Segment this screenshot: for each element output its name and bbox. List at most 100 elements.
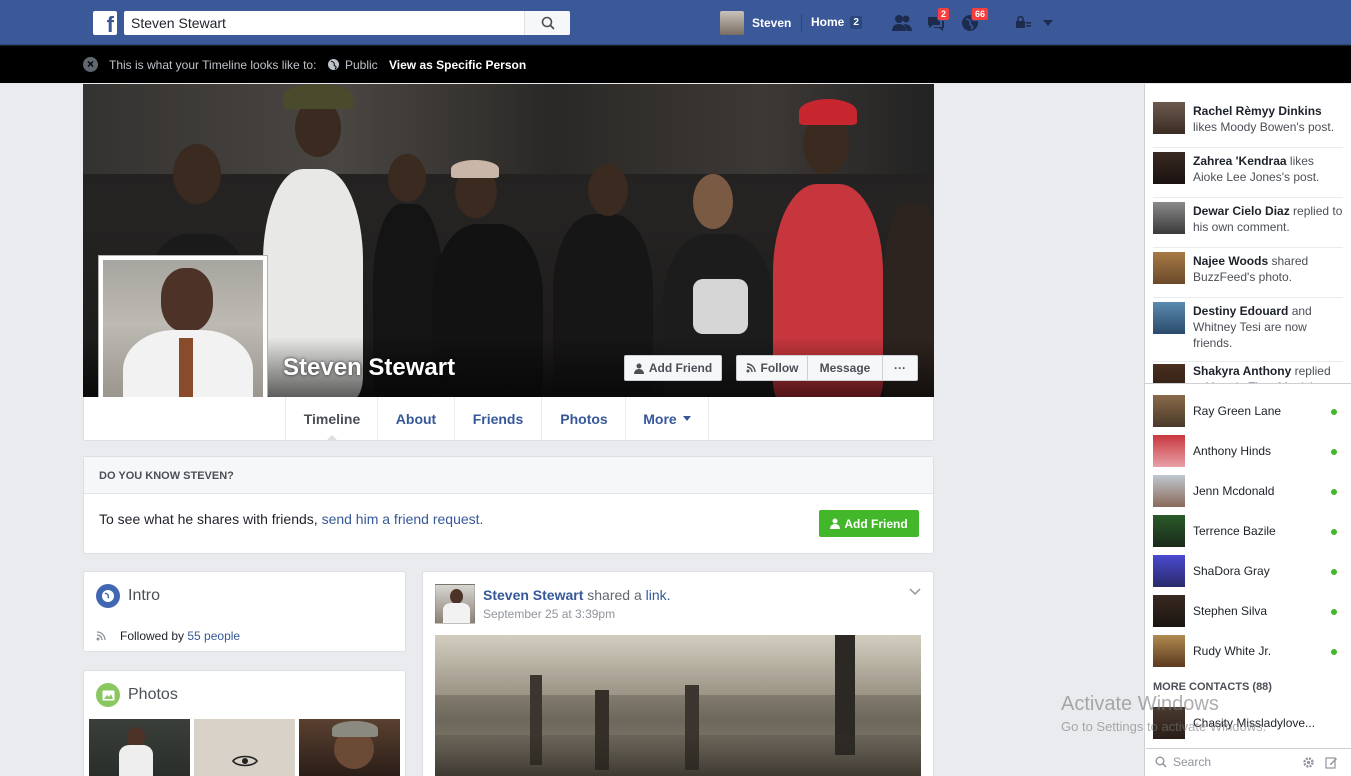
ticker-item[interactable]: Destiny Edouard and Whitney Tesi are now… <box>1153 300 1343 362</box>
chat-contact-name: Terrence Bazile <box>1193 524 1276 538</box>
facebook-logo-icon[interactable]: f <box>93 11 117 35</box>
messages-count-badge: 2 <box>937 7 951 21</box>
chat-contact[interactable]: Anthony Hinds <box>1153 435 1343 471</box>
tab-about[interactable]: About <box>377 397 454 440</box>
followed-by-text: Followed by 55 people <box>120 629 240 643</box>
chat-contact-name: Stephen Silva <box>1193 604 1268 618</box>
tab-timeline[interactable]: Timeline <box>285 397 378 441</box>
post-options-chevron-down-icon[interactable] <box>909 585 921 599</box>
audience-label[interactable]: Public <box>345 58 378 72</box>
do-you-know-card: DO YOU KNOW STEVEN? To see what he share… <box>83 456 934 554</box>
online-status-icon <box>1331 489 1337 495</box>
tab-about-label: About <box>395 410 437 427</box>
chat-contact[interactable]: Ray Green Lane <box>1153 395 1343 431</box>
tab-photos-label: Photos <box>560 410 608 427</box>
avatar <box>103 260 263 420</box>
avatar <box>1153 202 1185 234</box>
ticker-name[interactable]: Rachel Rèmyy Dinkins <box>1193 104 1322 118</box>
do-you-know-description: To see what he shares with friends, <box>99 511 318 527</box>
chat-contact[interactable]: Rudy White Jr. <box>1153 635 1343 671</box>
privacy-shortcuts-icon[interactable] <box>1013 12 1035 34</box>
tab-more-label: More <box>643 410 677 427</box>
more-contacts-header: MORE CONTACTS (88) <box>1153 681 1272 693</box>
tab-photos[interactable]: Photos <box>541 397 626 440</box>
activate-windows-watermark: Activate Windows <box>1061 693 1219 715</box>
post-author-link[interactable]: Steven Stewart <box>483 587 583 603</box>
compose-icon[interactable] <box>1325 756 1338 769</box>
avatar <box>1153 102 1185 134</box>
post-date[interactable]: September 25 at 3:39pm <box>483 607 615 621</box>
profile-picture-head <box>161 268 213 332</box>
ticker-name[interactable]: Najee Woods <box>1193 254 1268 268</box>
tab-friends[interactable]: Friends <box>454 397 541 440</box>
notifications-count-badge: 66 <box>971 7 990 21</box>
ticker-text: Destiny Edouard and Whitney Tesi are now… <box>1193 303 1343 351</box>
ticker-item[interactable]: Zahrea 'Kendraa likes Aioke Lee Jones's … <box>1153 150 1343 198</box>
ticker-item[interactable]: Shakyra Anthony replied to Yasmin Timo M… <box>1153 362 1343 383</box>
avatar <box>1153 152 1185 184</box>
post-link[interactable]: link. <box>646 587 671 603</box>
chat-contact[interactable]: Terrence Bazile <box>1153 515 1343 551</box>
avatar[interactable] <box>435 584 475 624</box>
chat-contact-name: Ray Green Lane <box>1193 404 1282 418</box>
ticker-item[interactable]: Najee Woods shared BuzzFeed's photo. <box>1153 250 1343 298</box>
add-friend-green-label: Add Friend <box>844 516 908 531</box>
search-input[interactable] <box>131 14 521 32</box>
tab-timeline-label: Timeline <box>303 410 361 427</box>
divider <box>1144 383 1351 384</box>
intro-card: Intro Followed by 55 people <box>83 571 406 652</box>
chat-contact[interactable]: Jenn Mcdonald <box>1153 475 1343 511</box>
tab-friends-label: Friends <box>472 410 524 427</box>
cover-figure <box>283 84 353 109</box>
ticker-name[interactable]: Shakyra Anthony <box>1193 364 1291 378</box>
add-friend-icon <box>830 518 841 529</box>
ticker-name[interactable]: Zahrea 'Kendraa <box>1193 154 1287 168</box>
photo-thumbnail[interactable] <box>299 719 400 776</box>
top-navigation-bar: f Steven Home 2 2 66 <box>0 0 1351 45</box>
globe-icon <box>96 584 120 608</box>
avatar <box>1153 555 1185 587</box>
gear-icon[interactable] <box>1302 756 1315 769</box>
message-button[interactable]: Message <box>807 355 883 381</box>
chat-contact[interactable]: Stephen Silva <box>1153 595 1343 631</box>
more-options-button[interactable]: ··· <box>882 355 918 381</box>
chevron-down-icon <box>682 416 691 421</box>
chat-search-bar[interactable]: Search <box>1146 748 1351 776</box>
ticker-name[interactable]: Destiny Edouard <box>1193 304 1288 318</box>
ticker-text: Rachel Rèmyy Dinkins likes Moody Bowen's… <box>1193 103 1343 135</box>
tab-more[interactable]: More <box>625 397 709 440</box>
chat-contact[interactable]: ShaDora Gray <box>1153 555 1343 591</box>
account-menu-chevron-down-icon[interactable] <box>1037 12 1059 34</box>
home-link[interactable]: Home 2 <box>811 15 862 29</box>
profile-shortcut[interactable]: Steven <box>720 11 791 35</box>
ticker-name[interactable]: Dewar Cielo Diaz <box>1193 204 1290 218</box>
add-friend-button[interactable]: Add Friend <box>624 355 722 381</box>
ticker-text: Shakyra Anthony replied to Yasmin Timo M… <box>1193 363 1343 383</box>
ticker-item[interactable]: Rachel Rèmyy Dinkins likes Moody Bowen's… <box>1153 100 1343 148</box>
messages-icon[interactable]: 2 <box>925 7 951 34</box>
chat-search-placeholder: Search <box>1173 755 1212 769</box>
close-icon[interactable]: × <box>83 57 98 72</box>
add-friend-green-button[interactable]: Add Friend <box>819 510 919 537</box>
ticker-item[interactable]: Dewar Cielo Diaz replied to his own comm… <box>1153 200 1343 248</box>
online-status-icon <box>1331 449 1337 455</box>
cover-figure <box>693 174 733 229</box>
avatar <box>1153 252 1185 284</box>
cover-figure <box>693 279 748 334</box>
avatar <box>1153 635 1185 667</box>
photo-thumbnail[interactable] <box>89 719 190 776</box>
friend-requests-icon[interactable] <box>891 12 913 34</box>
send-friend-request-link[interactable]: send him a friend request. <box>322 511 484 527</box>
post-image[interactable] <box>435 635 921 776</box>
followers-link[interactable]: 55 people <box>187 629 240 643</box>
chat-contact-name: ShaDora Gray <box>1193 564 1270 578</box>
search-button[interactable] <box>524 11 570 35</box>
photo-thumbnail[interactable] <box>194 719 295 776</box>
notifications-globe-icon[interactable]: 66 <box>959 7 990 34</box>
add-friend-icon <box>633 363 644 374</box>
follow-button[interactable]: Follow <box>736 355 808 381</box>
do-you-know-text: To see what he shares with friends, send… <box>99 511 483 527</box>
avatar <box>1153 395 1185 427</box>
follow-label: Follow <box>760 361 799 375</box>
view-as-specific-person-link[interactable]: View as Specific Person <box>389 58 526 72</box>
